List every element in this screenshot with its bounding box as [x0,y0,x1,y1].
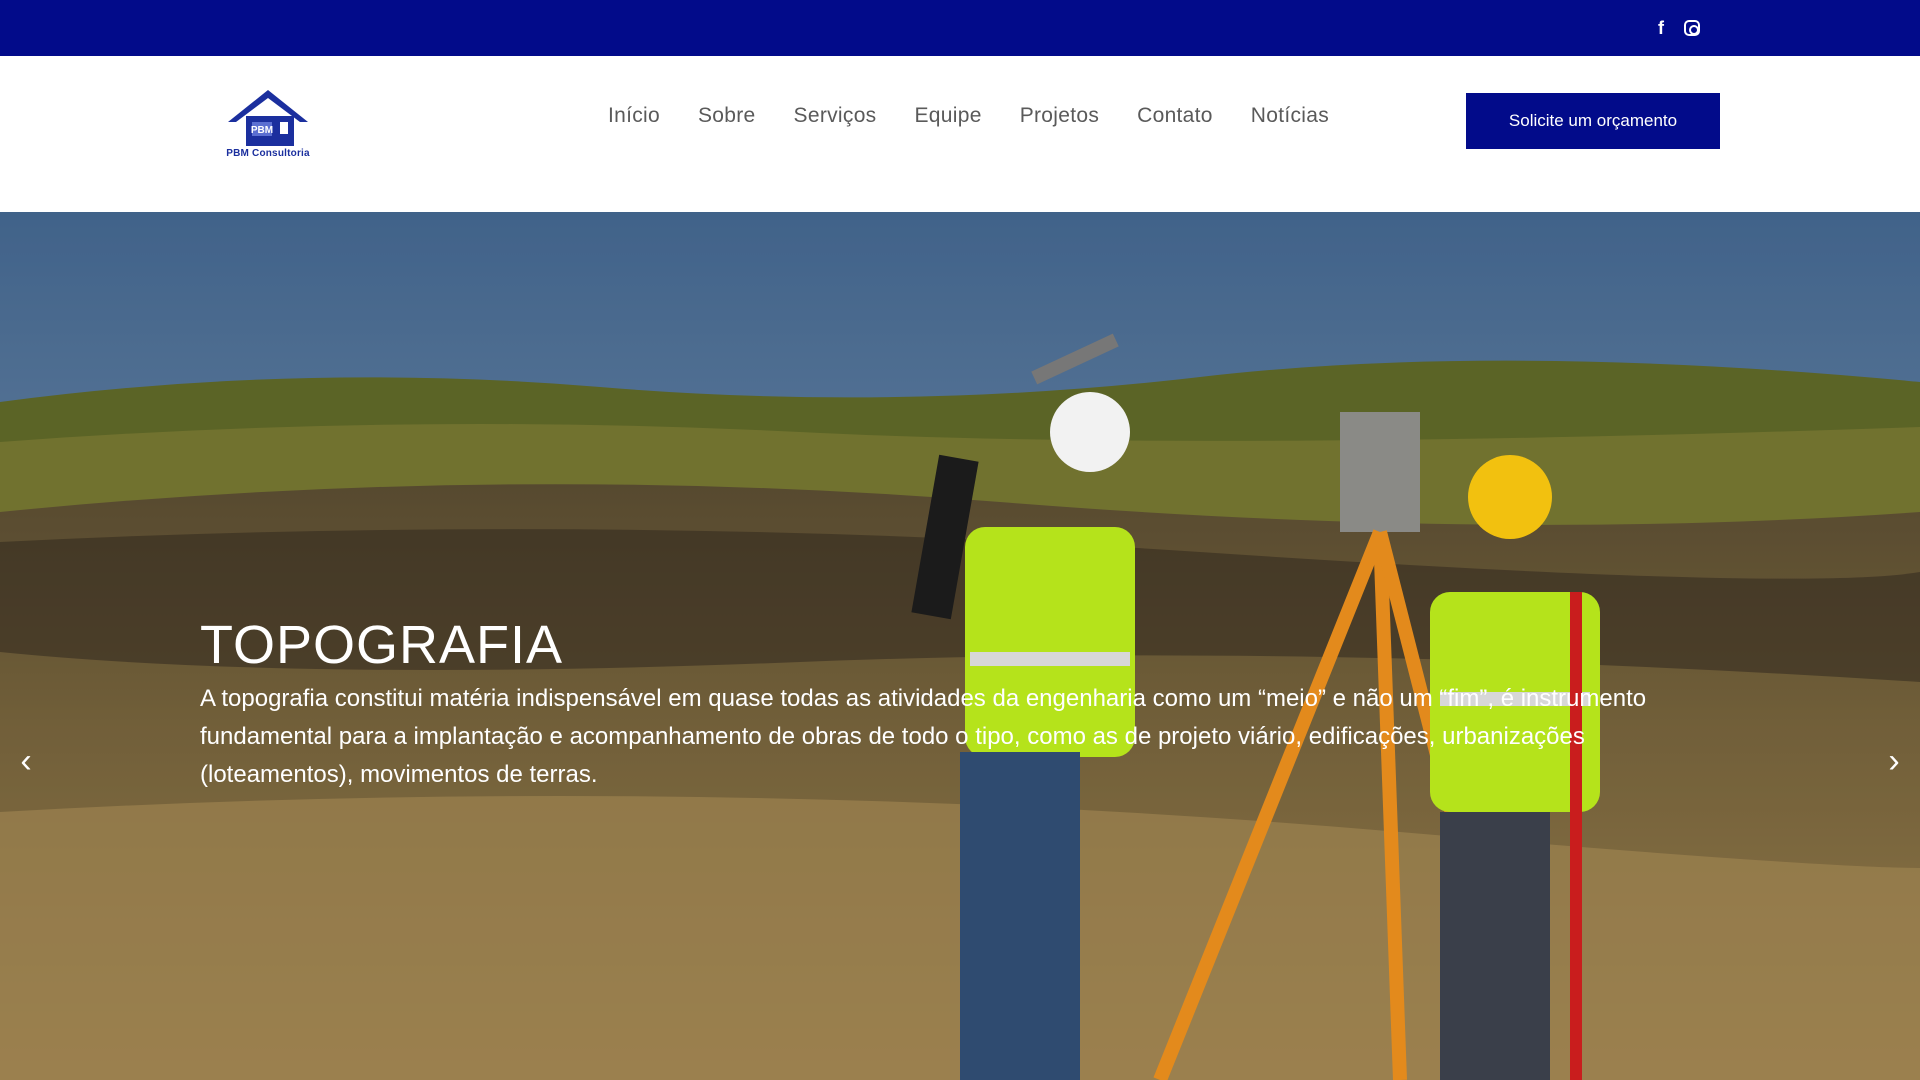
top-bar: f [0,0,1920,56]
nav-noticias[interactable]: Notícias [1251,104,1329,128]
house-logo-icon: PBM [228,90,308,146]
chevron-left-icon[interactable]: ‹ [6,742,46,781]
request-quote-button[interactable]: Solicite um orçamento [1466,93,1720,149]
social-links: f [1658,17,1700,39]
nav-projetos[interactable]: Projetos [1020,104,1099,128]
nav-contato[interactable]: Contato [1137,104,1213,128]
instagram-icon[interactable] [1684,20,1700,36]
nav-inicio[interactable]: Início [608,104,660,128]
nav-sobre[interactable]: Sobre [698,104,756,128]
hero-slider: TOPOGRAFIA A topografia constitui matéri… [0,212,1920,1080]
main-menu: Início Sobre Serviços Equipe Projetos Co… [608,104,1329,128]
nav-servicos[interactable]: Serviços [794,104,877,128]
nav-equipe[interactable]: Equipe [914,104,981,128]
svg-text:PBM: PBM [251,125,273,136]
hero-title: TOPOGRAFIA [200,615,564,675]
facebook-icon[interactable]: f [1658,17,1664,39]
logo[interactable]: PBM PBM Consultoria [198,84,338,160]
chevron-right-icon[interactable]: › [1874,742,1914,781]
header-nav: PBM PBM Consultoria Início Sobre Serviço… [0,56,1920,212]
hero-description: A topografia constitui matéria indispens… [200,685,1647,788]
logo-text: PBM Consultoria [226,148,310,159]
